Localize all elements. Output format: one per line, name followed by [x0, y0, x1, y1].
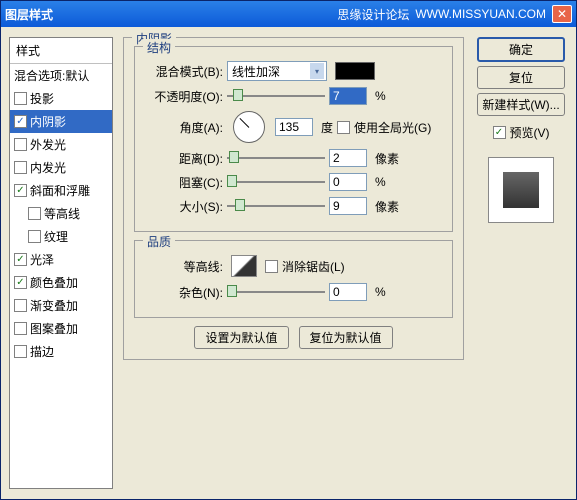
- style-item[interactable]: 描边: [10, 340, 112, 363]
- opacity-input[interactable]: 7: [329, 87, 367, 105]
- size-label: 大小(S):: [145, 198, 223, 215]
- style-item[interactable]: 图案叠加: [10, 317, 112, 340]
- choke-unit: %: [375, 175, 386, 189]
- style-checkbox[interactable]: ✓: [14, 253, 27, 266]
- blend-mode-label: 混合模式(B):: [145, 63, 223, 80]
- style-item[interactable]: 纹理: [10, 225, 112, 248]
- blend-options[interactable]: 混合选项:默认: [10, 64, 112, 87]
- distance-unit: 像素: [375, 150, 399, 167]
- distance-label: 距离(D):: [145, 150, 223, 167]
- style-label: 外发光: [30, 136, 66, 153]
- style-item[interactable]: 外发光: [10, 133, 112, 156]
- distance-slider[interactable]: [227, 151, 325, 165]
- style-item[interactable]: 内发光: [10, 156, 112, 179]
- style-checkbox[interactable]: [14, 138, 27, 151]
- structure-title: 结构: [143, 39, 175, 56]
- layer-style-dialog: 图层样式 思缘设计论坛 WWW.MISSYUAN.COM ✕ 样式 混合选项:默…: [0, 0, 577, 500]
- window-title: 图层样式: [5, 6, 53, 23]
- styles-header: 样式: [10, 38, 112, 64]
- noise-input[interactable]: 0: [329, 283, 367, 301]
- style-label: 斜面和浮雕: [30, 182, 90, 199]
- size-slider[interactable]: [227, 199, 325, 213]
- structure-fieldset: 结构 混合模式(B): 线性加深 ▾ 不透明度(O): 7 %: [134, 46, 453, 232]
- style-checkbox[interactable]: [14, 92, 27, 105]
- color-swatch[interactable]: [335, 62, 375, 80]
- angle-input[interactable]: 135: [275, 118, 313, 136]
- global-light-label: 使用全局光(G): [354, 119, 431, 136]
- style-checkbox[interactable]: ✓: [14, 276, 27, 289]
- style-checkbox[interactable]: [14, 299, 27, 312]
- preview-thumbnail: [503, 172, 539, 208]
- preview-box: [488, 157, 554, 223]
- choke-slider[interactable]: [227, 175, 325, 189]
- right-panel: 确定 复位 新建样式(W)... ✓ 预览(V): [474, 37, 568, 489]
- choke-label: 阻塞(C):: [145, 174, 223, 191]
- style-checkbox[interactable]: ✓: [14, 115, 27, 128]
- style-checkbox[interactable]: [14, 345, 27, 358]
- opacity-slider[interactable]: [227, 89, 325, 103]
- set-default-button[interactable]: 设置为默认值: [194, 326, 288, 349]
- close-icon[interactable]: ✕: [552, 5, 572, 23]
- style-checkbox[interactable]: [28, 207, 41, 220]
- noise-unit: %: [375, 285, 386, 299]
- reset-default-button[interactable]: 复位为默认值: [299, 326, 393, 349]
- style-label: 光泽: [30, 251, 54, 268]
- titlebar: 图层样式 思缘设计论坛 WWW.MISSYUAN.COM ✕: [1, 1, 576, 27]
- noise-slider[interactable]: [227, 285, 325, 299]
- preview-label: 预览(V): [510, 124, 550, 141]
- styles-panel: 样式 混合选项:默认 投影✓内阴影外发光内发光✓斜面和浮雕等高线纹理✓光泽✓颜色…: [9, 37, 113, 489]
- contour-label: 等高线:: [145, 258, 223, 275]
- size-unit: 像素: [375, 198, 399, 215]
- style-item[interactable]: 渐变叠加: [10, 294, 112, 317]
- style-item[interactable]: 等高线: [10, 202, 112, 225]
- style-checkbox[interactable]: ✓: [14, 184, 27, 197]
- brand-text: 思缘设计论坛: [337, 6, 409, 23]
- style-item[interactable]: ✓斜面和浮雕: [10, 179, 112, 202]
- style-label: 等高线: [44, 205, 80, 222]
- angle-unit: 度: [321, 119, 333, 136]
- style-label: 投影: [30, 90, 54, 107]
- noise-label: 杂色(N):: [145, 284, 223, 301]
- antialias-checkbox[interactable]: [265, 260, 278, 273]
- angle-label: 角度(A):: [145, 119, 223, 136]
- style-label: 图案叠加: [30, 320, 78, 337]
- style-item[interactable]: ✓内阴影: [10, 110, 112, 133]
- ok-button[interactable]: 确定: [477, 37, 565, 62]
- contour-picker[interactable]: [231, 255, 257, 277]
- style-item[interactable]: ✓光泽: [10, 248, 112, 271]
- opacity-label: 不透明度(O):: [145, 88, 223, 105]
- style-item[interactable]: ✓颜色叠加: [10, 271, 112, 294]
- style-checkbox[interactable]: [14, 161, 27, 174]
- styles-list: 投影✓内阴影外发光内发光✓斜面和浮雕等高线纹理✓光泽✓颜色叠加渐变叠加图案叠加描…: [10, 87, 112, 488]
- quality-fieldset: 品质 等高线: 消除锯齿(L) 杂色(N): 0 %: [134, 240, 453, 318]
- angle-dial[interactable]: [233, 111, 265, 143]
- blend-mode-select[interactable]: 线性加深 ▾: [227, 61, 327, 81]
- style-label: 颜色叠加: [30, 274, 78, 291]
- style-item[interactable]: 投影: [10, 87, 112, 110]
- style-label: 内阴影: [30, 113, 66, 130]
- style-label: 描边: [30, 343, 54, 360]
- style-label: 内发光: [30, 159, 66, 176]
- style-checkbox[interactable]: [28, 230, 41, 243]
- main-panel: 内阴影 结构 混合模式(B): 线性加深 ▾ 不透明度(O):: [123, 37, 464, 489]
- global-light-checkbox[interactable]: [337, 121, 350, 134]
- opacity-unit: %: [375, 89, 386, 103]
- quality-title: 品质: [143, 233, 175, 250]
- antialias-label: 消除锯齿(L): [282, 258, 345, 275]
- size-input[interactable]: 9: [329, 197, 367, 215]
- inner-shadow-fieldset: 内阴影 结构 混合模式(B): 线性加深 ▾ 不透明度(O):: [123, 37, 464, 360]
- style-label: 纹理: [44, 228, 68, 245]
- chevron-down-icon: ▾: [310, 63, 324, 79]
- style-label: 渐变叠加: [30, 297, 78, 314]
- preview-checkbox[interactable]: ✓: [493, 126, 506, 139]
- distance-input[interactable]: 2: [329, 149, 367, 167]
- reset-button[interactable]: 复位: [477, 66, 565, 89]
- new-style-button[interactable]: 新建样式(W)...: [477, 93, 565, 116]
- brand-url: WWW.MISSYUAN.COM: [415, 7, 546, 21]
- choke-input[interactable]: 0: [329, 173, 367, 191]
- style-checkbox[interactable]: [14, 322, 27, 335]
